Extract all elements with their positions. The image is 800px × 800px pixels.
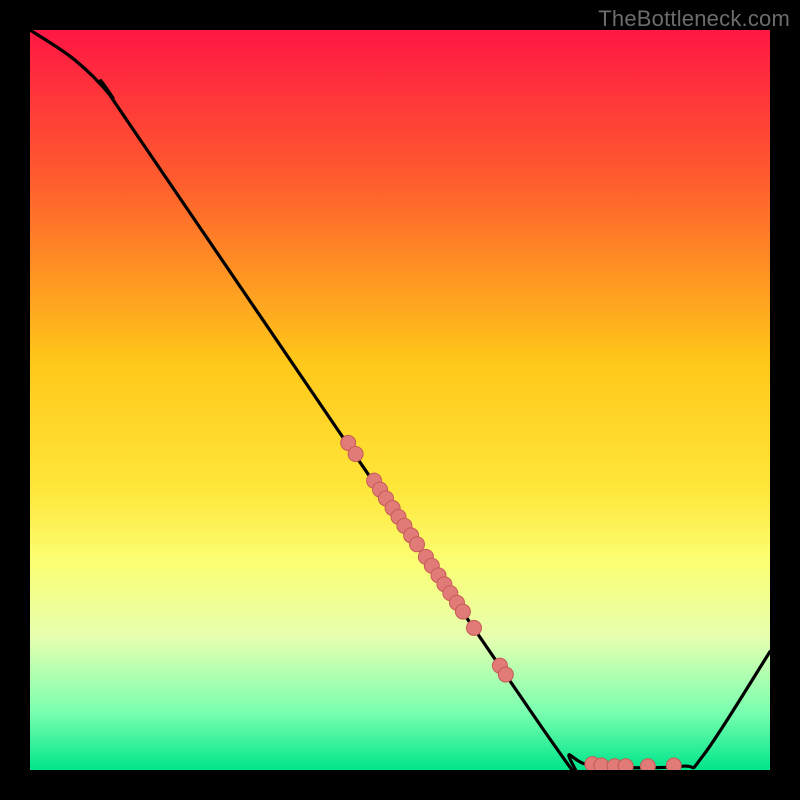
chart-frame: TheBottleneck.com [0, 0, 800, 800]
data-points [30, 30, 770, 770]
data-point [498, 667, 513, 682]
data-point [640, 759, 655, 770]
data-point [348, 447, 363, 462]
watermark-text: TheBottleneck.com [598, 6, 790, 32]
data-point [666, 758, 681, 770]
plot-area [30, 30, 770, 770]
data-point [410, 537, 425, 552]
data-point [455, 604, 470, 619]
data-point [467, 620, 482, 635]
data-point [594, 758, 609, 770]
data-point [618, 759, 633, 770]
